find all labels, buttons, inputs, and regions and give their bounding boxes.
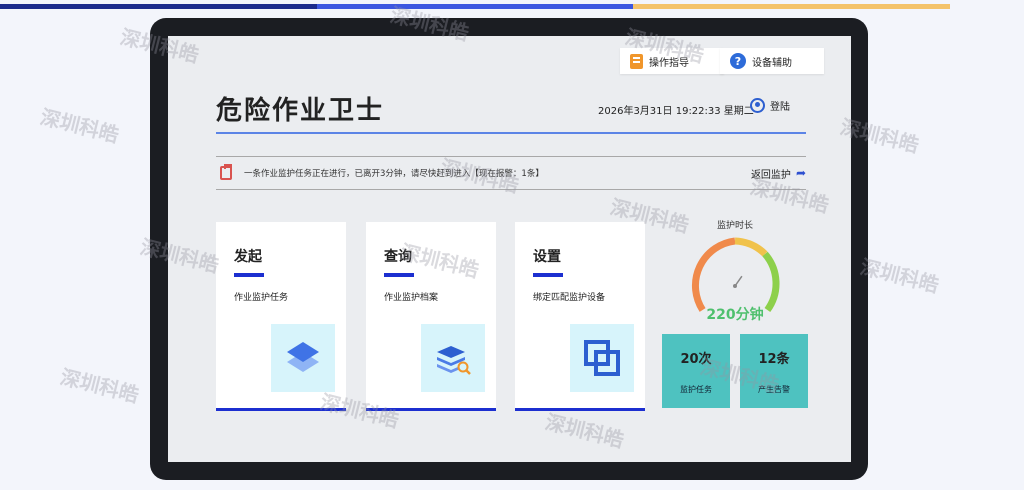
return-arrow-icon: ➦ (795, 166, 806, 180)
top-gradient-bar (0, 4, 951, 9)
link-squares-icon (570, 324, 634, 392)
stat-value: 20次 (680, 352, 712, 367)
layers-icon (271, 324, 335, 392)
watermark: 深圳科皓 (37, 104, 122, 148)
stat-label: 产生告警 (758, 385, 790, 394)
stat-alarms[interactable]: 12条 产生告警 (740, 334, 808, 408)
login-label: 登陆 (770, 102, 790, 113)
login-button[interactable]: 登陆 (750, 98, 790, 113)
card-subtitle: 作业监护档案 (384, 293, 439, 303)
datetime: 2026年3月31日 19:22:33 星期二 (598, 106, 754, 117)
gauge-value: 220分钟 (706, 307, 764, 323)
return-label: 返回监护 (750, 169, 791, 181)
card-subtitle: 作业监护任务 (234, 293, 289, 303)
notice-text: 一条作业监护任务正在进行，已离开3分钟，请尽快赶到进入【现在报警：1条】 (244, 169, 544, 179)
stat-monitor-tasks[interactable]: 20次 监护任务 (662, 334, 730, 408)
guide-button[interactable]: 操作指导 (620, 48, 724, 74)
duration-gauge: 监护时长 220分钟 (680, 216, 790, 326)
return-button[interactable]: 返回监护 ➦ (751, 166, 806, 181)
assist-button-label: 设备辅助 (752, 57, 792, 69)
card-settings[interactable]: 设置 绑定匹配监护设备 (515, 222, 645, 411)
card-query[interactable]: 查询 作业监护档案 (366, 222, 496, 411)
card-subtitle: 绑定匹配监护设备 (533, 293, 606, 303)
gauge-needle (734, 275, 743, 287)
app-screen: 操作指导 ? 设备辅助 危险作业卫士 2026年3月31日 19:22:33 星… (168, 36, 851, 462)
user-icon (750, 98, 765, 113)
card-accent-bar (234, 273, 264, 277)
card-accent-bar (533, 273, 563, 277)
card-initiate[interactable]: 发起 作业监护任务 (216, 222, 346, 411)
book-icon (630, 53, 643, 69)
guide-button-label: 操作指导 (649, 57, 689, 69)
clipboard-icon (220, 164, 232, 180)
watermark: 深圳科皓 (57, 364, 142, 408)
database-search-icon (421, 324, 485, 392)
card-accent-bar (384, 273, 414, 277)
card-title: 设置 (533, 249, 561, 265)
watermark: 深圳科皓 (857, 254, 942, 298)
help-icon: ? (730, 53, 746, 69)
assist-button[interactable]: ? 设备辅助 (720, 48, 824, 74)
header-divider (216, 132, 806, 134)
card-title: 查询 (384, 249, 412, 265)
stat-value: 12条 (758, 352, 790, 367)
app-title: 危险作业卫士 (216, 96, 385, 126)
stat-label: 监护任务 (680, 385, 712, 394)
notice-bar: 一条作业监护任务正在进行，已离开3分钟，请尽快赶到进入【现在报警：1条】 返回监… (216, 156, 806, 190)
card-title: 发起 (234, 249, 262, 265)
